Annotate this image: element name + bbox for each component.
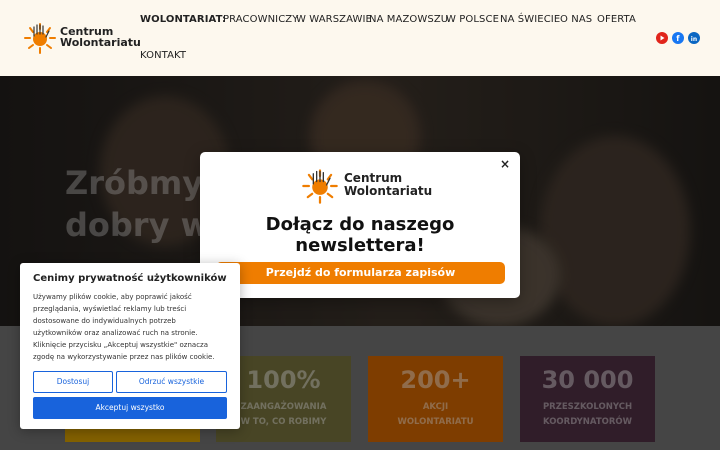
nav-item-w-polsce[interactable]: W POLSCE: [446, 14, 499, 25]
reject-all-button[interactable]: Odrzuć wszystkie: [116, 371, 227, 393]
youtube-icon: [660, 35, 665, 41]
customize-button[interactable]: Dostosuj: [33, 371, 113, 393]
modal-title-line-2: newslettera!: [295, 235, 425, 256]
newsletter-modal: × Centrum Wolontariatu Dołącz do naszego…: [200, 152, 520, 298]
modal-title: Dołącz do naszego newslettera!: [200, 214, 520, 256]
nav-item-na-mazowszu[interactable]: NA MAZOWSZU: [369, 14, 448, 25]
site-header: Centrum Wolontariatu WOLONTARIAT: PRACOW…: [0, 0, 720, 76]
cookie-text-line: przeglądania, wyświetlać reklamy lub tre…: [33, 305, 187, 313]
modal-logo: Centrum Wolontariatu: [300, 166, 432, 206]
nav-item-na-swiecie[interactable]: NA ŚWIECIE: [500, 14, 560, 25]
cookie-description: Używamy plików cookie, aby poprawić jako…: [33, 291, 229, 363]
youtube-link[interactable]: [656, 32, 668, 44]
logo-text: Centrum Wolontariatu: [344, 172, 432, 198]
site-logo[interactable]: Centrum Wolontariatu: [22, 20, 141, 56]
svg-text:in: in: [691, 36, 697, 42]
logo-line-2: Wolontariatu: [344, 184, 433, 198]
nav-item-w-warszawie[interactable]: W WARSZAWIE: [296, 14, 372, 25]
facebook-link[interactable]: f: [672, 32, 684, 44]
cookie-text-line: Używamy plików cookie, aby poprawić jako…: [33, 293, 192, 301]
nav-item-pracowniczy[interactable]: PRACOWNICZY: [223, 14, 298, 25]
cookie-text-line: użytkowników oraz analizować ruch na str…: [33, 329, 198, 337]
accept-all-button[interactable]: Akceptuj wszystko: [33, 397, 227, 419]
logo-text: Centrum Wolontariatu: [60, 26, 141, 48]
linkedin-icon: in: [691, 36, 697, 42]
cookie-title: Cenimy prywatność użytkowników: [33, 273, 227, 284]
nav-item-wolontariat[interactable]: WOLONTARIAT:: [140, 14, 226, 25]
linkedin-link[interactable]: in: [688, 32, 700, 44]
nav-item-kontakt[interactable]: KONTAKT: [140, 50, 186, 61]
newsletter-form-button[interactable]: Przejdź do formularza zapisów: [216, 262, 505, 284]
logo-sun-hand-icon: [24, 23, 56, 54]
nav-item-o-nas[interactable]: O NAS: [560, 14, 592, 25]
facebook-icon: f: [676, 34, 680, 42]
nav-item-oferta[interactable]: OFERTA: [597, 14, 636, 25]
logo-sun-hand-icon: [302, 169, 338, 204]
cookie-text-line: Kliknięcie przycisku „Akceptuj wszystkie…: [33, 341, 208, 349]
close-icon[interactable]: ×: [498, 157, 512, 171]
logo-line-2: Wolontariatu: [60, 36, 141, 49]
cookie-text-line: dostosowane do indywidualnych potrzeb: [33, 317, 176, 325]
modal-title-line-1: Dołącz do naszego: [265, 214, 455, 235]
cookie-text-line: zgodę na wykorzystywanie przez nas plikó…: [33, 353, 215, 361]
cookie-consent-panel: Cenimy prywatność użytkowników Używamy p…: [20, 263, 240, 429]
svg-text:f: f: [676, 34, 680, 42]
